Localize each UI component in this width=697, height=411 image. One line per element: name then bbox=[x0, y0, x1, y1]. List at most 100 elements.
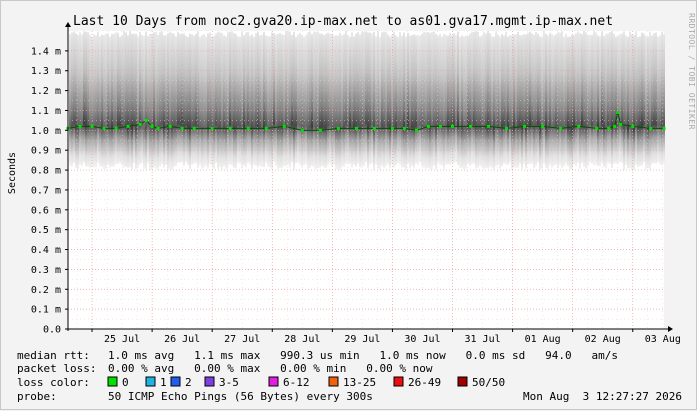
loss-color-item-label: 0 bbox=[122, 376, 129, 389]
smoke-column bbox=[205, 36, 207, 166]
loss-color-item-label: 6-12 bbox=[283, 376, 310, 389]
smoke-column bbox=[265, 35, 267, 163]
smoke-column bbox=[325, 33, 327, 169]
smoke-column bbox=[71, 32, 73, 167]
smoke-column bbox=[217, 31, 219, 169]
smoke-column bbox=[641, 32, 643, 166]
smoke-column bbox=[529, 31, 531, 164]
y-tick-label: 0.4 m bbox=[31, 245, 61, 256]
smoke-column bbox=[195, 33, 197, 164]
smoke-column bbox=[323, 35, 325, 168]
loss-color-label: loss color: bbox=[17, 376, 90, 389]
median-point bbox=[318, 128, 322, 132]
smoke-column bbox=[105, 33, 107, 170]
smoke-column bbox=[125, 32, 127, 167]
smoke-column bbox=[399, 32, 401, 165]
smoke-column bbox=[237, 36, 239, 163]
smoke-column bbox=[659, 35, 661, 165]
smoke-column bbox=[341, 35, 343, 168]
smoke-column bbox=[91, 36, 93, 167]
median-point bbox=[156, 126, 160, 130]
smoke-column bbox=[381, 32, 383, 166]
smoke-column bbox=[321, 33, 323, 166]
smoke-column bbox=[463, 36, 465, 170]
median-point bbox=[126, 124, 130, 128]
y-tick-label: 0.9 m bbox=[31, 146, 61, 157]
smoke-column bbox=[355, 33, 357, 167]
smoke-column bbox=[415, 35, 417, 164]
smoke-column bbox=[489, 33, 491, 167]
smoke-column bbox=[543, 31, 545, 164]
smoke-column bbox=[461, 35, 463, 168]
median-point bbox=[541, 124, 545, 128]
smoke-column bbox=[491, 36, 493, 169]
median-point bbox=[613, 124, 617, 128]
smoke-column bbox=[277, 33, 279, 169]
smoke-column bbox=[299, 32, 301, 166]
smoke-column bbox=[69, 33, 71, 166]
smoke-column bbox=[565, 33, 567, 165]
y-tick-label: 1.1 m bbox=[31, 106, 61, 117]
smoke-column bbox=[639, 36, 641, 166]
smoke-column bbox=[183, 33, 185, 167]
median-point bbox=[102, 126, 106, 130]
smoke-column bbox=[349, 36, 351, 164]
smoke-column bbox=[569, 36, 571, 170]
smoke-column bbox=[615, 36, 617, 164]
smoke-column bbox=[499, 36, 501, 169]
smoke-column bbox=[177, 31, 179, 163]
median-point bbox=[144, 118, 148, 122]
smoke-column bbox=[421, 33, 423, 167]
y-axis-label: Seconds bbox=[7, 152, 18, 194]
smoke-column bbox=[333, 35, 335, 165]
median-point bbox=[138, 122, 142, 126]
smoke-column bbox=[201, 35, 203, 169]
smoke-column bbox=[551, 33, 553, 168]
smoke-column bbox=[653, 33, 655, 164]
smoke-column bbox=[535, 32, 537, 167]
legend: median rtt: 1.0 ms avg 1.1 ms max 990.3 … bbox=[17, 349, 682, 403]
smoke-column bbox=[441, 36, 443, 166]
smoke-column bbox=[169, 31, 171, 170]
smoke-column bbox=[485, 33, 487, 168]
smoke-column bbox=[413, 34, 415, 168]
smoke-column bbox=[585, 32, 587, 169]
smoke-column bbox=[563, 36, 565, 167]
median-point bbox=[264, 126, 268, 130]
smoke-column bbox=[193, 35, 195, 164]
smoke-column bbox=[209, 32, 211, 165]
smoke-column bbox=[593, 31, 595, 166]
loss-color-item-label: 26-49 bbox=[408, 376, 441, 389]
smoke-column bbox=[459, 36, 461, 168]
smoke-column bbox=[369, 32, 371, 165]
smoke-column bbox=[219, 32, 221, 167]
smoke-column bbox=[81, 34, 83, 167]
smoke-column bbox=[373, 31, 375, 170]
smoke-column bbox=[455, 35, 457, 163]
x-tick-label: 03 Aug bbox=[645, 334, 681, 345]
smoke-column bbox=[479, 36, 481, 166]
smoke-column bbox=[165, 35, 167, 165]
smoke-column bbox=[589, 34, 591, 163]
smoke-column bbox=[457, 31, 459, 165]
smoke-column bbox=[111, 33, 113, 167]
smoke-column bbox=[423, 31, 425, 168]
smoke-column bbox=[397, 36, 399, 163]
median-rtt-label: median rtt: bbox=[17, 349, 90, 362]
median-point bbox=[114, 126, 118, 130]
median-point bbox=[505, 126, 509, 130]
loss-color-swatch bbox=[170, 376, 181, 387]
smoke-column bbox=[477, 31, 479, 168]
smoke-column bbox=[87, 32, 89, 167]
smoke-column bbox=[305, 35, 307, 165]
smoke-column bbox=[119, 36, 121, 163]
smoke-column bbox=[603, 35, 605, 168]
smoke-column bbox=[351, 32, 353, 168]
smoke-column bbox=[109, 36, 111, 168]
y-tick-label: 1.2 m bbox=[31, 86, 61, 97]
smoke-column bbox=[475, 31, 477, 169]
smoke-column bbox=[289, 31, 291, 168]
smoke-column bbox=[425, 32, 427, 169]
probe-description: 50 ICMP Echo Pings (56 Bytes) every 300s bbox=[108, 390, 373, 403]
smoke-column bbox=[445, 34, 447, 165]
